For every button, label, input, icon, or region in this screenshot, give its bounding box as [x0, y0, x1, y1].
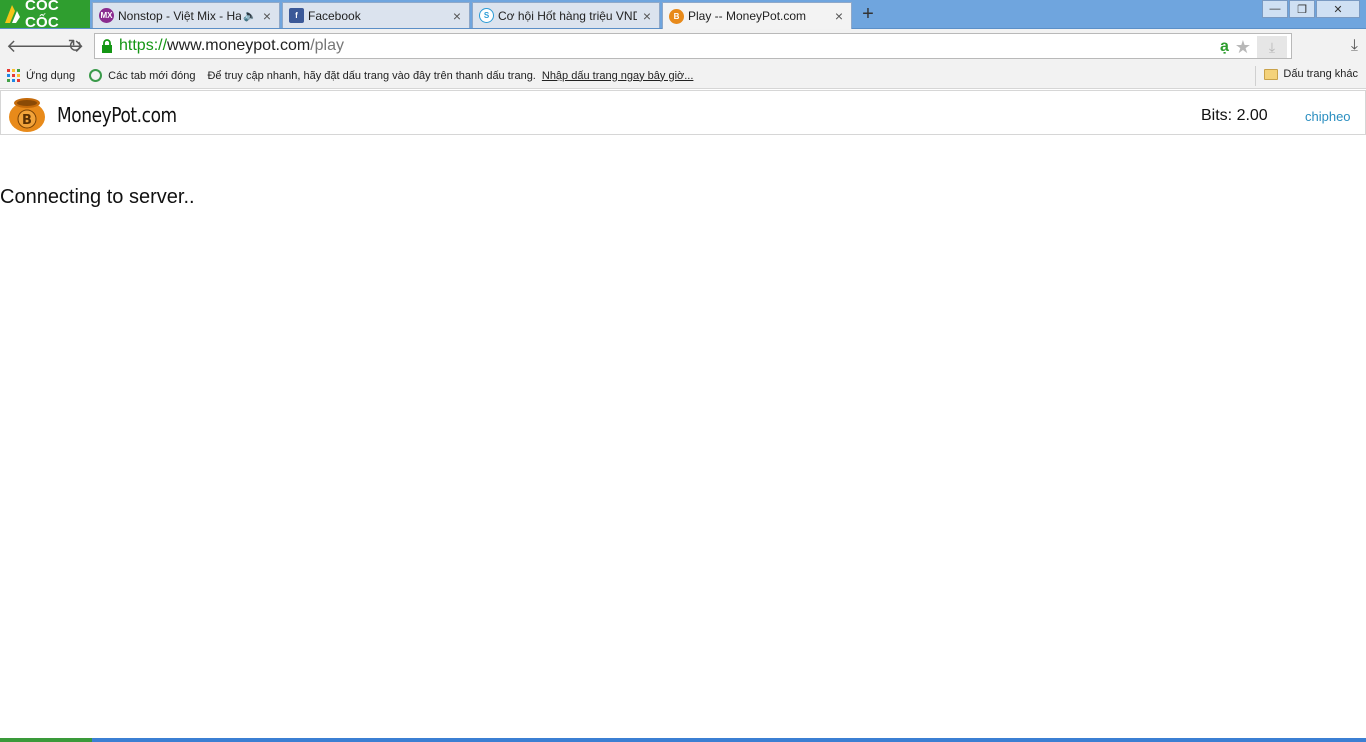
- site-header: B MoneyPot.com Bits: 2.00 chipheo: [0, 90, 1366, 135]
- other-bookmarks-label: Dấu trang khác: [1283, 68, 1358, 80]
- tab-title: Play -- MoneyPot.com: [688, 9, 807, 23]
- tab-strip: CỐC CỐC MX Nonstop - Việt Mix - Hay n 🔈 …: [0, 0, 1366, 31]
- bookmarks-hint: Để truy cập nhanh, hãy đặt dấu trang vào…: [207, 69, 536, 82]
- moneypot-logo-icon[interactable]: B: [7, 95, 47, 133]
- tab-moneypot[interactable]: B Play -- MoneyPot.com ×: [662, 2, 852, 29]
- downloads-icon[interactable]: ⤓: [1351, 37, 1358, 55]
- recent-tabs-label: Các tab mới đóng: [108, 69, 196, 82]
- apps-label: Ứng dụng: [26, 69, 76, 82]
- apps-grid-icon: [7, 69, 20, 82]
- url-host: www.moneypot.com: [167, 37, 311, 54]
- bits-balance: Bits: 2.00: [1201, 107, 1268, 124]
- coin-icon: S: [479, 8, 494, 23]
- bookmarks-divider: [1255, 66, 1256, 86]
- url-text[interactable]: https://www.moneypot.com/play: [119, 37, 344, 55]
- tab-co-hoi[interactable]: S Cơ hội Hốt hàng triệu VND c ×: [472, 2, 660, 28]
- tab-title: Cơ hội Hốt hàng triệu VND c: [498, 8, 637, 23]
- username-link[interactable]: chipheo: [1305, 109, 1351, 124]
- tab-title: Facebook: [308, 8, 361, 23]
- facebook-icon: f: [289, 8, 304, 23]
- start-button[interactable]: [0, 738, 92, 742]
- history-icon: [89, 69, 103, 82]
- tab-nonstop[interactable]: MX Nonstop - Việt Mix - Hay n 🔈 ×: [92, 2, 280, 28]
- taskbar: [0, 738, 1366, 742]
- bookmark-star-icon[interactable]: ★: [1235, 37, 1251, 58]
- address-bar[interactable]: https://www.moneypot.com/play ạ ★ ⤓: [94, 33, 1292, 59]
- mx-icon: MX: [99, 8, 114, 23]
- import-bookmarks-link[interactable]: Nhập dấu trang ngay bây giờ...: [542, 70, 694, 82]
- tab-facebook[interactable]: f Facebook ×: [282, 2, 470, 28]
- window-controls: — ❐ ✕: [1261, 0, 1360, 18]
- url-path: /play: [310, 37, 344, 54]
- new-tab-button[interactable]: +: [858, 4, 878, 24]
- coccoc-logo-icon: [3, 3, 21, 25]
- moneypot-icon: B: [669, 8, 684, 24]
- back-button[interactable]: 🡐: [6, 36, 54, 56]
- apps-shortcut[interactable]: Ứng dụng: [7, 69, 75, 82]
- close-tab-icon[interactable]: ×: [451, 8, 463, 24]
- close-window-button[interactable]: ✕: [1316, 0, 1360, 18]
- page-content: B MoneyPot.com Bits: 2.00 chipheo Connec…: [0, 90, 1366, 738]
- url-scheme: https://: [119, 37, 168, 54]
- tab-title: Nonstop - Việt Mix - Hay n: [118, 8, 242, 23]
- savior-download-icon[interactable]: ⤓: [1257, 36, 1287, 58]
- brand-name: CỐC CỐC: [25, 0, 59, 31]
- browser-toolbar: 🡐 🡒 ↻ https://www.moneypot.com/play ạ ★ …: [0, 29, 1366, 63]
- close-tab-icon[interactable]: ×: [641, 8, 653, 24]
- speaker-icon[interactable]: 🔈: [243, 9, 257, 22]
- lock-icon: [102, 39, 112, 53]
- other-bookmarks-button[interactable]: Dấu trang khác: [1264, 68, 1358, 80]
- folder-icon: [1264, 68, 1279, 80]
- close-tab-icon[interactable]: ×: [833, 8, 845, 24]
- svg-text:B: B: [22, 113, 32, 128]
- recent-tabs-shortcut[interactable]: Các tab mới đóng: [89, 69, 195, 82]
- site-logo-text[interactable]: MoneyPot.com: [57, 103, 177, 127]
- reload-button[interactable]: ↻: [65, 36, 85, 56]
- close-tab-icon[interactable]: ×: [261, 8, 273, 24]
- forward-button[interactable]: 🡒: [36, 36, 84, 56]
- extension-icon[interactable]: ạ: [1220, 38, 1229, 56]
- coccoc-menu-button[interactable]: CỐC CỐC: [0, 0, 90, 31]
- bookmarks-bar: Ứng dụng Các tab mới đóng Để truy cập nh…: [0, 63, 1366, 89]
- connection-status: Connecting to server..: [0, 186, 195, 208]
- minimize-button[interactable]: —: [1262, 0, 1288, 18]
- restore-button[interactable]: ❐: [1289, 0, 1315, 18]
